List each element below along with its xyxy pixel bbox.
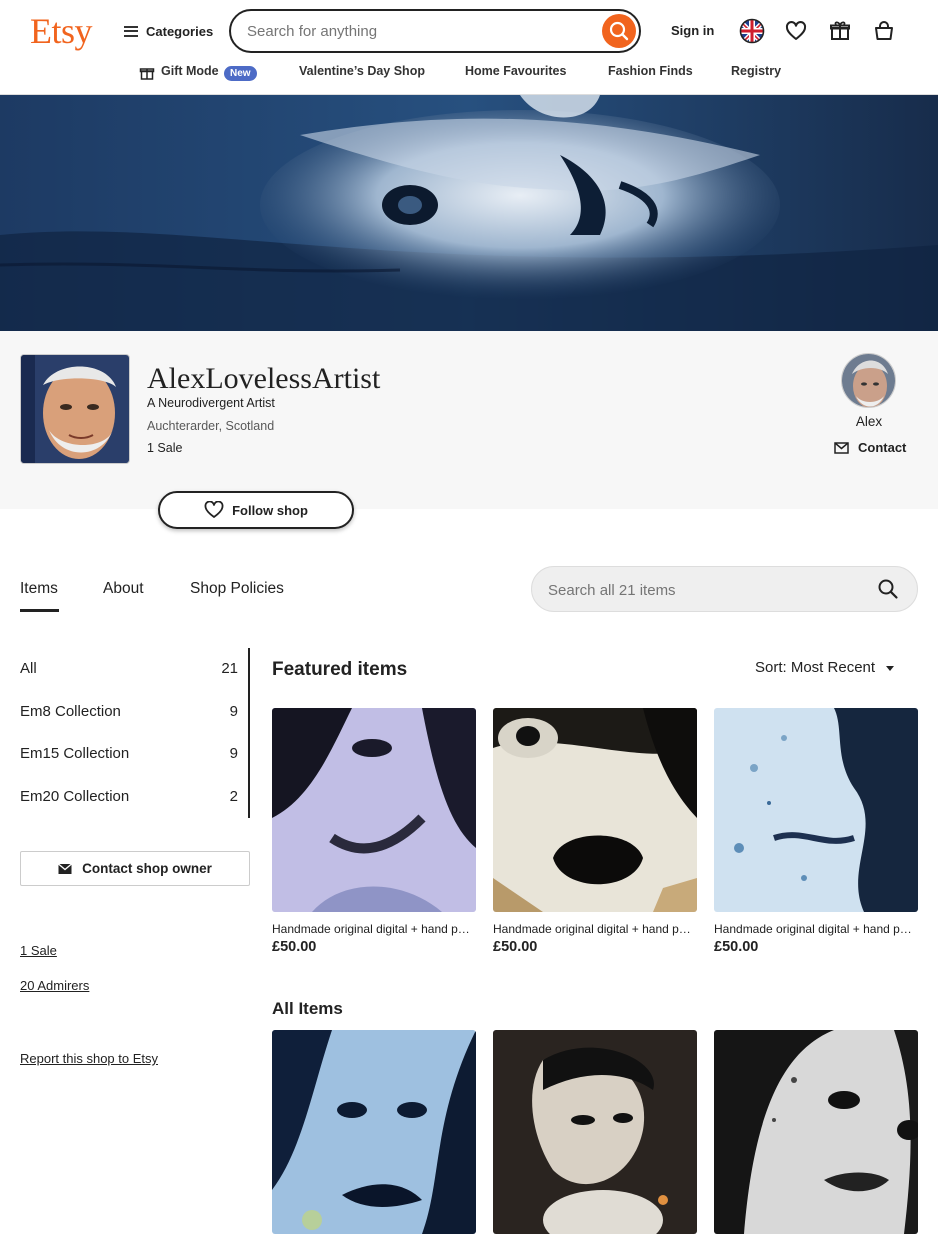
section-count: 9 bbox=[229, 703, 238, 720]
shop-search-bar bbox=[531, 566, 918, 612]
section-item-all[interactable]: All 21 bbox=[20, 660, 238, 677]
shop-avatar bbox=[20, 354, 130, 464]
nav-item-fashion-finds[interactable]: Fashion Finds bbox=[608, 64, 693, 78]
listing-image[interactable] bbox=[493, 1030, 697, 1234]
tab-shop-policies[interactable]: Shop Policies bbox=[190, 580, 284, 598]
listing-image[interactable] bbox=[714, 1030, 918, 1234]
active-tab-indicator bbox=[20, 609, 59, 612]
listing-card[interactable]: Handmade original digital + hand painted… bbox=[714, 708, 918, 955]
owner-name[interactable]: Alex bbox=[840, 414, 898, 429]
owner-avatar[interactable] bbox=[841, 353, 896, 408]
contact-button[interactable]: Contact bbox=[834, 440, 906, 455]
section-count: 21 bbox=[221, 660, 238, 677]
heart-icon bbox=[204, 501, 224, 518]
listing-card[interactable] bbox=[714, 1030, 918, 1234]
gift-icon[interactable] bbox=[827, 18, 853, 44]
section-label: All bbox=[20, 660, 37, 677]
nav-item-home-favourites[interactable]: Home Favourites bbox=[465, 64, 566, 78]
listing-price: £50.00 bbox=[272, 939, 317, 955]
heart-icon[interactable] bbox=[783, 18, 809, 44]
sections-active-indicator bbox=[248, 648, 250, 818]
categories-button[interactable]: Categories bbox=[124, 20, 213, 42]
listing-price: £50.00 bbox=[493, 939, 538, 955]
sign-in-link[interactable]: Sign in bbox=[671, 23, 714, 38]
section-label: Em20 Collection bbox=[20, 788, 130, 805]
shop-banner-image bbox=[0, 95, 938, 331]
report-shop-link[interactable]: Report this shop to Etsy bbox=[20, 1051, 158, 1066]
listing-card[interactable] bbox=[272, 1030, 476, 1234]
shop-location: Auchterarder, Scotland bbox=[147, 419, 275, 433]
nav-item-valentines[interactable]: Valentine’s Day Shop bbox=[299, 64, 425, 78]
site-header: Etsy Categories Sign in bbox=[0, 0, 938, 95]
admirers-link[interactable]: 20 Admirers bbox=[20, 978, 89, 993]
listing-image[interactable] bbox=[272, 1030, 476, 1234]
shop-sales-count: 1 Sale bbox=[147, 441, 183, 455]
search-bar bbox=[229, 9, 641, 53]
listing-image[interactable] bbox=[272, 708, 476, 912]
contact-shop-owner-label: Contact shop owner bbox=[82, 861, 212, 876]
listing-price: £50.00 bbox=[714, 939, 759, 955]
search-icon[interactable] bbox=[877, 578, 899, 605]
search-input[interactable] bbox=[247, 20, 587, 42]
shop-search-input[interactable] bbox=[548, 579, 868, 601]
search-button[interactable] bbox=[602, 14, 636, 48]
listing-title[interactable]: Handmade original digital + hand painted… bbox=[493, 922, 697, 936]
menu-icon bbox=[124, 25, 138, 37]
sort-label: Sort: Most Recent bbox=[755, 659, 876, 676]
featured-items-heading: Featured items bbox=[272, 659, 408, 680]
uk-flag-icon[interactable] bbox=[739, 18, 765, 44]
mail-icon bbox=[58, 863, 73, 874]
section-label: Em8 Collection bbox=[20, 703, 121, 720]
main-nav: Gift Mode New Valentine’s Day Shop Home … bbox=[0, 64, 938, 86]
listing-card[interactable]: Handmade original digital + hand painted… bbox=[493, 708, 697, 955]
shop-name: AlexLovelessArtist bbox=[147, 362, 381, 395]
section-count: 2 bbox=[229, 788, 238, 805]
nav-item-gift-mode[interactable]: Gift Mode bbox=[161, 64, 219, 78]
etsy-logo[interactable]: Etsy bbox=[30, 10, 93, 52]
all-items-heading: All Items bbox=[272, 999, 343, 1018]
listing-image[interactable] bbox=[493, 708, 697, 912]
contact-shop-owner-button[interactable]: Contact shop owner bbox=[20, 851, 250, 886]
shop-info-panel bbox=[0, 331, 938, 509]
tab-about[interactable]: About bbox=[103, 580, 144, 598]
section-label: Em15 Collection bbox=[20, 745, 130, 762]
section-count: 9 bbox=[229, 745, 238, 762]
categories-label: Categories bbox=[146, 23, 214, 39]
sort-dropdown[interactable]: Sort: Most Recent bbox=[755, 659, 895, 676]
cart-icon[interactable] bbox=[871, 18, 897, 44]
tab-items[interactable]: Items bbox=[20, 580, 58, 598]
follow-shop-label: Follow shop bbox=[232, 502, 308, 518]
section-item-em20[interactable]: Em20 Collection 2 bbox=[20, 788, 238, 805]
nav-item-registry[interactable]: Registry bbox=[731, 64, 781, 78]
listing-title[interactable]: Handmade original digital + hand painted… bbox=[272, 922, 476, 936]
gift-icon bbox=[139, 65, 155, 86]
caret-down-icon bbox=[886, 665, 895, 671]
listing-image[interactable] bbox=[714, 708, 918, 912]
new-badge: New bbox=[224, 66, 257, 81]
follow-shop-button[interactable]: Follow shop bbox=[158, 491, 354, 529]
section-item-em15[interactable]: Em15 Collection 9 bbox=[20, 745, 238, 762]
listing-title[interactable]: Handmade original digital + hand painted… bbox=[714, 922, 918, 936]
listing-card[interactable]: Handmade original digital + hand painted… bbox=[272, 708, 476, 955]
mail-icon bbox=[834, 441, 849, 454]
listing-card[interactable] bbox=[493, 1030, 697, 1234]
sales-link[interactable]: 1 Sale bbox=[20, 943, 57, 958]
section-item-em8[interactable]: Em8 Collection 9 bbox=[20, 703, 238, 720]
search-icon bbox=[609, 21, 629, 41]
contact-label: Contact bbox=[858, 440, 907, 455]
shop-tagline: A Neurodivergent Artist bbox=[147, 396, 275, 410]
